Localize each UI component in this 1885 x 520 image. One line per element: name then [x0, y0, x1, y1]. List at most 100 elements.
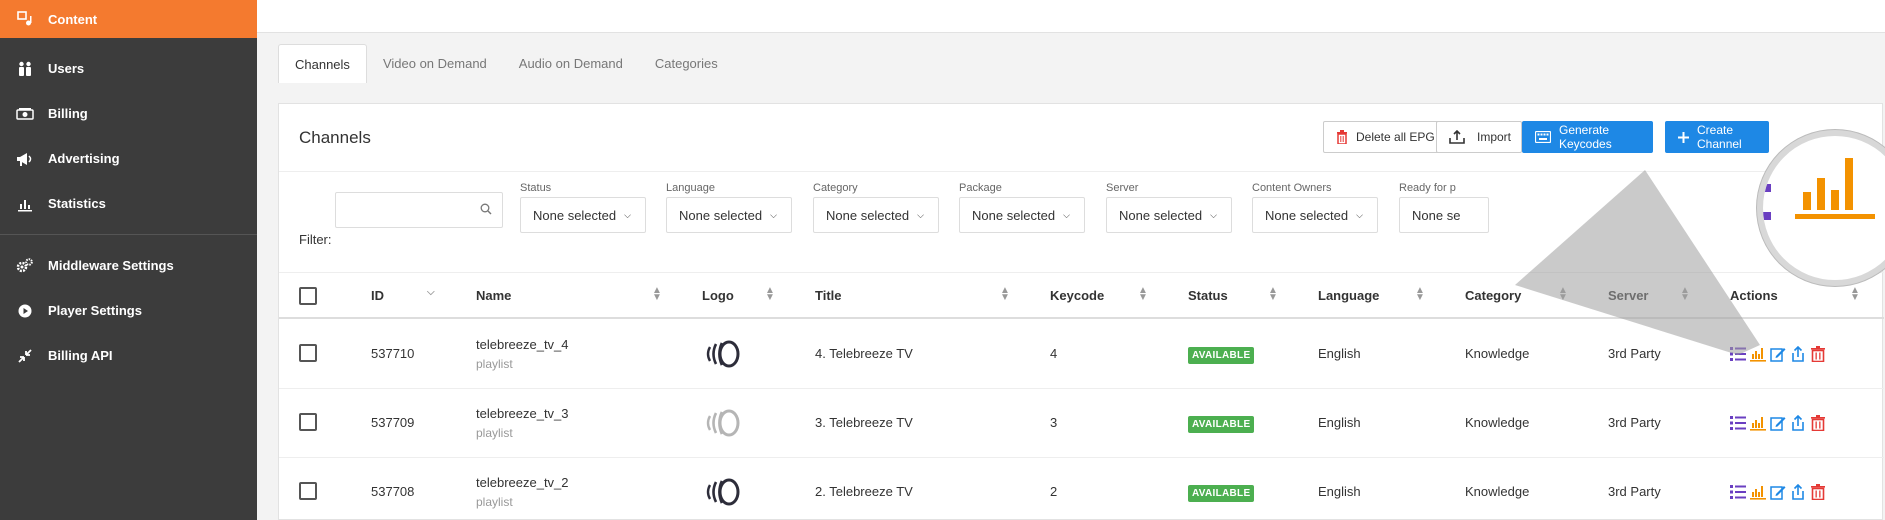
- sort-desc-icon[interactable]: ⌵: [427, 288, 435, 298]
- category-select[interactable]: None selected ⌵: [813, 197, 939, 233]
- filter-language: Language None selected ⌵: [666, 182, 792, 233]
- language-select[interactable]: None selected ⌵: [666, 197, 792, 233]
- sort-icon[interactable]: ▲ ▼: [1000, 286, 1010, 303]
- header-server[interactable]: Server: [1608, 288, 1648, 303]
- statistics-icon[interactable]: [1750, 415, 1766, 431]
- tab-bar: Channels Video on Demand Audio on Demand…: [278, 44, 734, 83]
- sort-icon[interactable]: ▲ ▼: [765, 286, 775, 303]
- header-logo[interactable]: Logo: [702, 288, 734, 303]
- button-label: Generate Keycodes: [1559, 123, 1612, 151]
- filter-package-label: Package: [959, 182, 1002, 194]
- filter-content-owners-label: Content Owners: [1252, 182, 1332, 194]
- sidebar-item-statistics[interactable]: Statistics: [0, 181, 257, 226]
- row-name[interactable]: telebreeze_tv_4: [476, 337, 569, 352]
- select-value: None selected: [972, 207, 1056, 223]
- select-value: None selected: [679, 207, 763, 223]
- row-category: Knowledge: [1465, 415, 1530, 430]
- row-checkbox[interactable]: [299, 413, 317, 431]
- tab-channels[interactable]: Channels: [278, 44, 367, 83]
- status-select[interactable]: None selected ⌵: [520, 197, 646, 233]
- sort-icon[interactable]: ▲ ▼: [1268, 286, 1278, 303]
- share-icon[interactable]: [1790, 484, 1806, 500]
- select-value: None selected: [533, 207, 617, 223]
- sort-icon[interactable]: ▲ ▼: [1415, 286, 1425, 303]
- content-icon: [16, 10, 34, 28]
- filter-server: Server None selected ⌵: [1106, 182, 1232, 233]
- bar-chart-icon: [16, 195, 34, 213]
- sidebar-item-content[interactable]: Content: [0, 0, 257, 38]
- sidebar-item-advertising[interactable]: Advertising: [0, 136, 257, 181]
- header-language[interactable]: Language: [1318, 288, 1379, 303]
- table-row: 537708 telebreeze_tv_2 playlist 2. Teleb…: [279, 458, 1884, 520]
- delete-all-epg-button[interactable]: Delete all EPG: [1323, 121, 1448, 153]
- filter-content-owners: Content Owners None selected ⌵: [1252, 182, 1378, 233]
- list-icon[interactable]: [1730, 415, 1746, 431]
- sidebar-item-users[interactable]: Users: [0, 46, 257, 91]
- page-title: Channels: [299, 128, 371, 147]
- status-badge: AVAILABLE: [1188, 485, 1255, 502]
- sort-icon[interactable]: ▲ ▼: [1558, 286, 1568, 303]
- sidebar-item-billing-api[interactable]: Billing API: [0, 333, 257, 378]
- statistics-icon[interactable]: [1750, 346, 1766, 362]
- header-keycode[interactable]: Keycode: [1050, 288, 1104, 303]
- trash-icon: [1336, 130, 1348, 144]
- header-actions: Actions: [1730, 288, 1778, 303]
- chevron-down-icon: ⌵: [1356, 209, 1363, 220]
- sort-icon[interactable]: ▲ ▼: [1138, 286, 1148, 303]
- ready-select[interactable]: None se: [1399, 197, 1489, 233]
- select-value: None selected: [1119, 207, 1203, 223]
- filter-package: Package None selected ⌵: [959, 182, 1085, 233]
- megaphone-icon: [16, 150, 34, 168]
- create-channel-button[interactable]: Create Channel: [1665, 121, 1769, 153]
- sidebar-item-billing[interactable]: Billing: [0, 91, 257, 136]
- edit-icon[interactable]: [1770, 484, 1786, 500]
- header-title[interactable]: Title: [815, 288, 842, 303]
- tab-audio-on-demand[interactable]: Audio on Demand: [503, 44, 639, 83]
- row-language: English: [1318, 484, 1361, 499]
- generate-keycodes-button[interactable]: Generate Keycodes: [1522, 121, 1653, 153]
- sidebar-item-label: Middleware Settings: [48, 258, 174, 273]
- delete-icon[interactable]: [1810, 484, 1826, 500]
- select-value: None selected: [826, 207, 910, 223]
- search-input[interactable]: [335, 192, 503, 228]
- row-checkbox[interactable]: [299, 344, 317, 362]
- delete-icon[interactable]: [1810, 346, 1826, 362]
- header-category[interactable]: Category: [1465, 288, 1521, 303]
- sidebar-item-middleware-settings[interactable]: Middleware Settings: [0, 243, 257, 288]
- import-button[interactable]: Import: [1436, 121, 1523, 153]
- keyboard-icon: [1535, 131, 1551, 143]
- sort-icon[interactable]: ▲ ▼: [1850, 286, 1860, 303]
- package-select[interactable]: None selected ⌵: [959, 197, 1085, 233]
- row-name[interactable]: telebreeze_tv_3: [476, 406, 569, 421]
- tab-video-on-demand[interactable]: Video on Demand: [367, 44, 503, 83]
- content-owners-select[interactable]: None selected ⌵: [1252, 197, 1378, 233]
- users-icon: [16, 60, 34, 78]
- billing-icon: [16, 105, 34, 123]
- edit-icon[interactable]: [1770, 415, 1786, 431]
- sort-icon[interactable]: ▲ ▼: [652, 286, 662, 303]
- sidebar-item-player-settings[interactable]: Player Settings: [0, 288, 257, 333]
- list-icon[interactable]: [1730, 346, 1746, 362]
- share-icon[interactable]: [1790, 415, 1806, 431]
- edit-icon[interactable]: [1770, 346, 1786, 362]
- sort-icon[interactable]: ▲ ▼: [1680, 286, 1690, 303]
- tab-categories[interactable]: Categories: [639, 44, 734, 83]
- channel-logo: [704, 339, 744, 372]
- row-actions: [1730, 484, 1826, 500]
- statistics-icon[interactable]: [1750, 484, 1766, 500]
- share-icon[interactable]: [1790, 346, 1806, 362]
- select-all-checkbox[interactable]: [299, 287, 317, 305]
- row-checkbox[interactable]: [299, 482, 317, 500]
- list-icon-fragment: [1763, 156, 1771, 226]
- row-actions: [1730, 346, 1826, 362]
- server-select[interactable]: None selected ⌵: [1106, 197, 1232, 233]
- header-name[interactable]: Name: [476, 288, 511, 303]
- delete-icon[interactable]: [1810, 415, 1826, 431]
- row-name[interactable]: telebreeze_tv_2: [476, 475, 569, 490]
- row-id: 537708: [371, 484, 415, 499]
- chevron-down-icon: ⌵: [1210, 209, 1217, 220]
- header-status[interactable]: Status: [1188, 288, 1228, 303]
- list-icon[interactable]: [1730, 484, 1746, 500]
- header-id[interactable]: ID: [371, 288, 384, 303]
- sidebar-item-label: Billing: [48, 106, 88, 121]
